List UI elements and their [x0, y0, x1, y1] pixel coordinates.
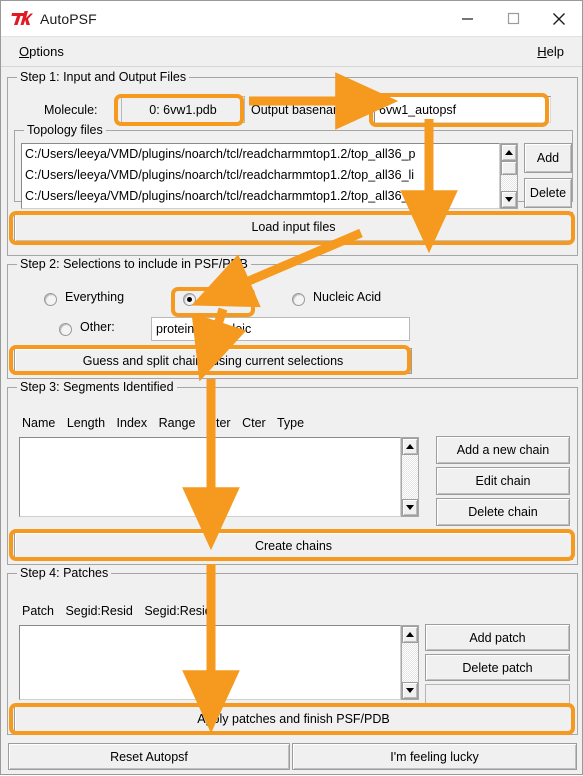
- edit-chain-button[interactable]: Edit chain: [436, 467, 570, 495]
- step3-title: Step 3: Segments Identified: [17, 380, 177, 394]
- close-button[interactable]: [536, 1, 582, 36]
- patches-scrollbar[interactable]: [401, 625, 419, 700]
- radio-nucleic-acid-label: Nucleic Acid: [313, 290, 382, 304]
- window-controls: [444, 1, 582, 36]
- title-bar: AutoPSF: [1, 1, 582, 37]
- topology-files-scrollbar[interactable]: [500, 143, 518, 209]
- list-item[interactable]: C:/Users/leeya/VMD/plugins/noarch/tcl/re…: [22, 165, 499, 186]
- molecule-label: Molecule:: [44, 103, 98, 117]
- step4-title: Step 4: Patches: [17, 566, 112, 580]
- segments-scrollbar[interactable]: [401, 437, 419, 517]
- radio-other[interactable]: [59, 323, 72, 336]
- delete-patch-button[interactable]: Delete patch: [425, 654, 570, 681]
- other-selection-input[interactable]: protein or nucleic: [151, 317, 410, 341]
- menu-help-label: elp: [546, 44, 564, 59]
- step2-title: Step 2: Selections to include in PSF/PDB: [17, 257, 251, 271]
- highlight-load-input-files-button: [9, 211, 575, 245]
- column-header-nter: Nter: [206, 416, 231, 430]
- radio-other-label: Other:: [80, 320, 115, 334]
- maximize-button[interactable]: [490, 1, 536, 36]
- menu-help[interactable]: Help: [531, 44, 570, 59]
- patches-list[interactable]: [19, 625, 401, 700]
- column-header-patch: Patch: [22, 604, 54, 618]
- list-item[interactable]: C:/Users/leeya/VMD/plugins/noarch/tcl/re…: [22, 144, 499, 165]
- scrollbar-trough[interactable]: [501, 175, 517, 191]
- scroll-up-arrow-icon[interactable]: [501, 144, 517, 161]
- radio-everything[interactable]: [44, 293, 57, 306]
- segments-column-headers: Name Length Index Range Nter Cter Type: [22, 416, 312, 430]
- menu-options-mnemonic: O: [19, 44, 30, 59]
- column-header-type: Type: [276, 416, 305, 430]
- menu-help-mnemonic: H: [537, 44, 547, 59]
- scrollbar-trough[interactable]: [402, 455, 418, 499]
- delete-chain-button[interactable]: Delete chain: [436, 498, 570, 526]
- radio-everything-label: Everything: [65, 290, 125, 304]
- scroll-down-arrow-icon[interactable]: [402, 682, 418, 699]
- minimize-button[interactable]: [444, 1, 490, 36]
- column-header-length: Length: [66, 416, 106, 430]
- column-header-index: Index: [116, 416, 148, 430]
- topology-files-group: Topology files C:/Users/leeya/VMD/plugin…: [14, 123, 573, 209]
- add-patch-button[interactable]: Add patch: [425, 624, 570, 651]
- add-topology-button[interactable]: Add: [524, 143, 572, 173]
- highlight-apply-patches-button: [9, 703, 575, 735]
- window-title: AutoPSF: [40, 10, 97, 27]
- scroll-down-arrow-icon[interactable]: [402, 499, 418, 516]
- patches-column-headers: Patch Segid:Resid Segid:Resid: [22, 604, 220, 618]
- column-header-name: Name: [22, 416, 56, 430]
- topology-files-list[interactable]: C:/Users/leeya/VMD/plugins/noarch/tcl/re…: [21, 143, 500, 209]
- column-header-segid-resid-1: Segid:Resid: [65, 604, 133, 618]
- patch-placeholder-panel: [425, 684, 570, 704]
- topology-files-title: Topology files: [24, 123, 106, 137]
- delete-topology-button[interactable]: Delete: [524, 178, 572, 208]
- scrollbar-trough[interactable]: [402, 643, 418, 682]
- scroll-down-arrow-icon[interactable]: [501, 191, 517, 208]
- column-header-segid-resid-2: Segid:Resid: [144, 604, 212, 618]
- highlight-molecule-value-field: [114, 94, 244, 126]
- highlight-guess-split-chains-button: [9, 345, 411, 375]
- segments-list[interactable]: [19, 437, 401, 517]
- scroll-up-arrow-icon[interactable]: [402, 626, 418, 643]
- autopsf-window: AutoPSF Options Help Step 1: Input and O…: [0, 0, 583, 775]
- feeling-lucky-button[interactable]: I'm feeling lucky: [292, 743, 577, 770]
- tk-logo-icon: [11, 10, 33, 28]
- column-header-range: Range: [158, 416, 196, 430]
- scrollbar-thumb[interactable]: [501, 161, 517, 175]
- output-basename-label: Output basename:: [251, 103, 354, 117]
- reset-autopsf-button[interactable]: Reset Autopsf: [8, 743, 290, 770]
- menu-bar: Options Help: [1, 37, 582, 67]
- menu-options[interactable]: Options: [13, 44, 70, 59]
- list-item[interactable]: C:/Users/leeya/VMD/plugins/noarch/tcl/re…: [22, 186, 499, 207]
- step1-title: Step 1: Input and Output Files: [17, 70, 190, 84]
- radio-nucleic-acid[interactable]: [292, 293, 305, 306]
- highlight-create-chains-button: [9, 529, 575, 561]
- menu-options-label: ptions: [29, 44, 64, 59]
- highlight-protein-option: [171, 287, 255, 317]
- scroll-up-arrow-icon[interactable]: [402, 438, 418, 455]
- add-new-chain-button[interactable]: Add a new chain: [436, 436, 570, 464]
- column-header-cter: Cter: [242, 416, 266, 430]
- highlight-output-basename-input: [369, 93, 549, 127]
